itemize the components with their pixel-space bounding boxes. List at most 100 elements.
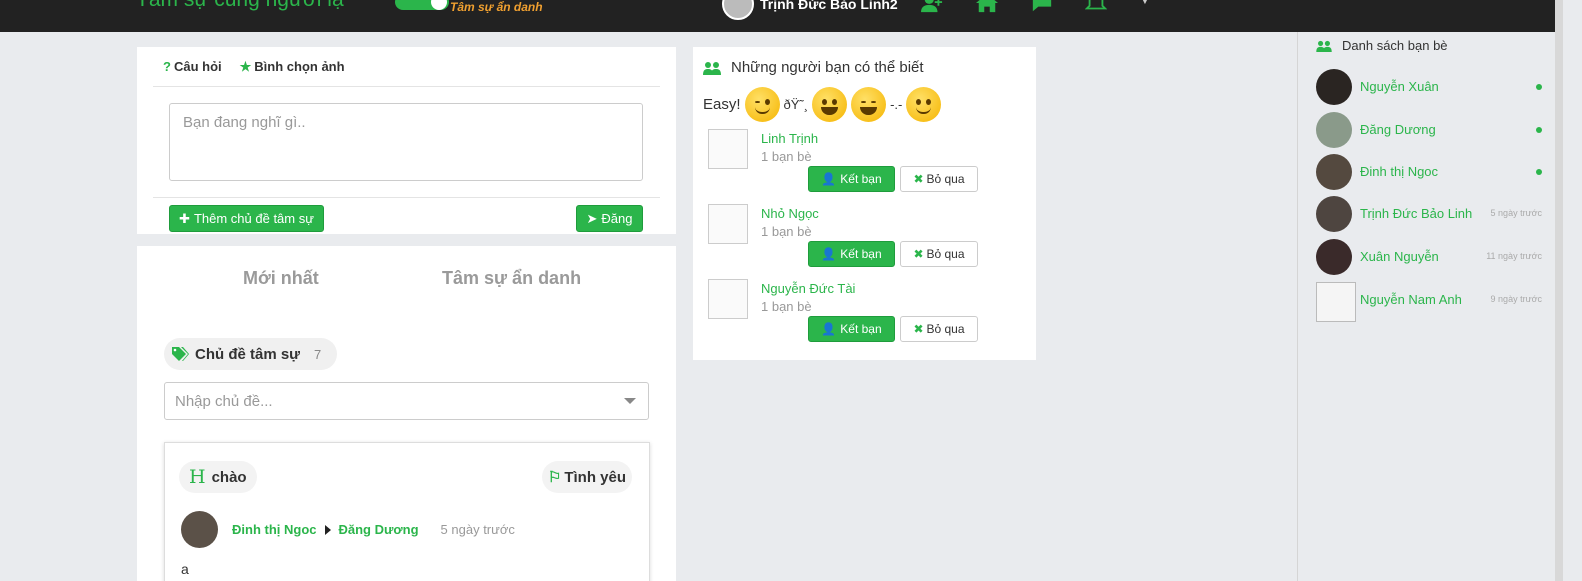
online-indicator: [1536, 84, 1542, 90]
feed-panel: Mới nhất Tâm sự ẩn danh Chủ đề tâm sự 7 …: [137, 246, 676, 581]
close-icon: ✖: [913, 172, 924, 186]
avatar[interactable]: [708, 204, 748, 244]
post-meta: Đinh thị Ngoc Đăng Dương 5 ngày trước: [181, 511, 515, 548]
post-title[interactable]: H chào: [179, 461, 257, 493]
plus-icon: ✚: [179, 210, 190, 226]
friend-item[interactable]: Nguyễn Xuân: [1316, 69, 1542, 105]
chevron-down-icon[interactable]: ▼: [1140, 0, 1150, 7]
suggestion-item: Nguyễn Đức Tài 1 bạn bè 👤 Kết bạn ✖ Bỏ qua: [708, 279, 1028, 349]
post-target[interactable]: Đăng Dương: [339, 522, 419, 537]
suggestions-title: Những người bạn có thể biết: [731, 59, 924, 76]
flag-icon: ⚐: [547, 469, 562, 486]
user-profile-link[interactable]: Trịnh Đức Bảo Linh2: [722, 0, 898, 20]
smile-emoji-icon: [906, 87, 942, 122]
skip-label: Bỏ qua: [926, 172, 965, 186]
add-friend-label: Kết bạn: [840, 322, 882, 336]
notifications-bell-icon[interactable]: [1084, 0, 1108, 12]
suggestion-name[interactable]: Linh Trịnh: [761, 131, 818, 146]
online-indicator: [1536, 169, 1542, 175]
user-plus-icon: 👤: [821, 247, 837, 261]
suggestion-mutual-count: 1 bạn bè: [761, 149, 812, 164]
post-topic-label: Tình yêu: [564, 468, 626, 486]
user-plus-icon: 👤: [821, 172, 837, 186]
friend-name: Trịnh Đức Bảo Linh: [1360, 206, 1473, 221]
grin-emoji-icon: [812, 87, 848, 122]
users-icon: [1316, 40, 1332, 52]
add-topic-label: Thêm chủ đề tâm sự: [193, 211, 314, 226]
tab-question[interactable]: ? Câu hỏi: [163, 59, 222, 74]
post-textarea[interactable]: Bạn đang nghĩ gì..: [169, 103, 643, 181]
topic-select[interactable]: Nhập chủ đề...: [164, 382, 649, 420]
question-icon: ?: [163, 59, 171, 74]
skip-button[interactable]: ✖ Bỏ qua: [900, 166, 978, 192]
emoji-sep: -.-: [890, 97, 903, 112]
friend-item[interactable]: Nguyễn Nam Anh 9 ngày trước: [1316, 282, 1542, 322]
friend-list-heading: Danh sách bạn bè: [1316, 38, 1448, 53]
skip-button[interactable]: ✖ Bỏ qua: [900, 316, 978, 342]
anonymous-label: Tâm sự ẩn danh: [450, 0, 543, 14]
friend-suggestions: Những người bạn có thể biết Easy! ðŸ˜¸ -…: [693, 47, 1036, 360]
composer-tabs: ? Câu hỏi ★ Bình chọn ảnh: [153, 47, 660, 87]
scrollbar-thumb[interactable]: [1555, 0, 1563, 581]
close-icon: ✖: [913, 322, 924, 336]
topic-header: Chủ đề tâm sự 7: [164, 338, 338, 370]
chevron-down-icon: [624, 398, 636, 404]
add-friend-icon[interactable]: [920, 0, 944, 13]
laugh-emoji-icon: [851, 87, 887, 122]
emoji-garbled-text: ðŸ˜¸: [783, 97, 809, 112]
tab-anonymous[interactable]: Tâm sự ẩn danh: [442, 268, 581, 289]
online-indicator: [1536, 127, 1542, 133]
top-navbar: Tâm sự cùng người lạ Tâm sự ẩn danh Trịn…: [0, 0, 1582, 32]
tab-vote-label: Bình chọn ảnh: [254, 58, 345, 74]
page-scrollbar[interactable]: [1555, 0, 1582, 581]
skip-label: Bỏ qua: [926, 247, 965, 261]
star-icon: ★: [239, 58, 252, 74]
post-author[interactable]: Đinh thị Ngoc: [232, 522, 317, 537]
messages-icon[interactable]: [1030, 0, 1054, 12]
tags-icon: [172, 347, 189, 361]
suggestion-name[interactable]: Nguyễn Đức Tài: [761, 281, 855, 296]
friend-item[interactable]: Đinh thị Ngoc: [1316, 154, 1542, 190]
last-active-time: 5 ngày trước: [1490, 208, 1542, 218]
tab-vote-photo[interactable]: ★ Bình chọn ảnh: [240, 59, 345, 75]
suggestions-heading: Những người bạn có thể biết: [703, 59, 924, 76]
post-body: a: [181, 561, 189, 577]
composer-footer: ✚ Thêm chủ đề tâm sự ➤ Đăng: [153, 197, 660, 234]
skip-button[interactable]: ✖ Bỏ qua: [900, 241, 978, 267]
post-button[interactable]: ➤ Đăng: [576, 205, 643, 232]
add-friend-button[interactable]: 👤 Kết bạn: [808, 241, 895, 267]
caret-right-icon: [324, 524, 331, 535]
suggestion-item: Nhỏ Ngọc 1 bạn bè 👤 Kết bạn ✖ Bỏ qua: [708, 204, 1028, 274]
post-topic-tag[interactable]: ⚐ Tình yêu: [541, 461, 632, 493]
friend-list-title: Danh sách bạn bè: [1342, 38, 1448, 53]
suggestion-name[interactable]: Nhỏ Ngọc: [761, 206, 819, 221]
home-icon[interactable]: [975, 0, 999, 13]
skip-label: Bỏ qua: [926, 322, 965, 336]
post-title-text: chào: [211, 468, 247, 486]
friend-item[interactable]: Xuân Nguyễn 11 ngày trước: [1316, 239, 1542, 275]
brand-title[interactable]: Tâm sự cùng người lạ: [136, 0, 344, 12]
friend-item[interactable]: Trịnh Đức Bảo Linh 5 ngày trước: [1316, 196, 1542, 232]
friend-name: Nguyễn Nam Anh: [1360, 292, 1462, 307]
add-friend-label: Kết bạn: [840, 247, 882, 261]
post-card: H chào ⚐ Tình yêu Đinh thị Ngoc Đăng Dươ…: [164, 442, 650, 581]
avatar[interactable]: [181, 511, 218, 548]
user-plus-icon: 👤: [821, 322, 837, 336]
avatar[interactable]: [708, 129, 748, 169]
anonymous-toggle[interactable]: [395, 0, 449, 10]
add-topic-button[interactable]: ✚ Thêm chủ đề tâm sự: [169, 205, 324, 232]
avatar: [1316, 69, 1352, 105]
topic-label: Chủ đề tâm sự: [195, 345, 301, 363]
add-friend-label: Kết bạn: [840, 172, 882, 186]
add-friend-button[interactable]: 👤 Kết bạn: [808, 166, 895, 192]
avatar[interactable]: [708, 279, 748, 319]
add-friend-button[interactable]: 👤 Kết bạn: [808, 316, 895, 342]
tab-latest[interactable]: Mới nhất: [243, 268, 319, 289]
avatar: [1316, 282, 1356, 322]
friend-item[interactable]: Đăng Dương: [1316, 112, 1542, 148]
tab-question-label: Câu hỏi: [173, 59, 222, 74]
friend-list-sidebar: Danh sách bạn bè Nguyễn Xuân Đăng Dương …: [1297, 32, 1555, 581]
friend-name: Đăng Dương: [1360, 122, 1436, 137]
last-active-time: 11 ngày trước: [1486, 251, 1542, 261]
close-icon: ✖: [913, 247, 924, 261]
